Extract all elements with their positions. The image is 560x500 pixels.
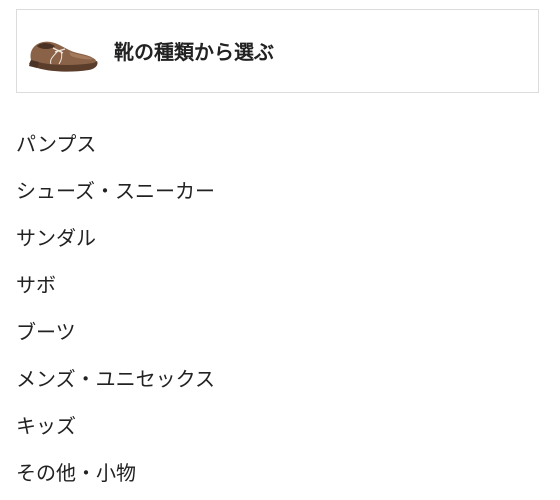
category-link-boots[interactable]: ブーツ <box>16 312 215 359</box>
category-link-mens-unisex[interactable]: メンズ・ユニセックス <box>16 359 215 406</box>
category-link-clogs[interactable]: サボ <box>16 265 215 312</box>
category-link-kids[interactable]: キッズ <box>16 406 215 453</box>
section-title: 靴の種類から選ぶ <box>114 40 274 64</box>
shoe-category-list: パンプス シューズ・スニーカー サンダル サボ ブーツ メンズ・ユニセックス キ… <box>16 124 215 500</box>
category-link-shoes-sneakers[interactable]: シューズ・スニーカー <box>16 171 215 218</box>
category-link-other-accessories[interactable]: その他・小物 <box>16 453 215 500</box>
category-link-sandals[interactable]: サンダル <box>16 218 215 265</box>
category-header: 靴の種類から選ぶ <box>16 9 539 93</box>
category-link-pumps[interactable]: パンプス <box>16 124 215 171</box>
shoe-icon <box>29 41 98 72</box>
